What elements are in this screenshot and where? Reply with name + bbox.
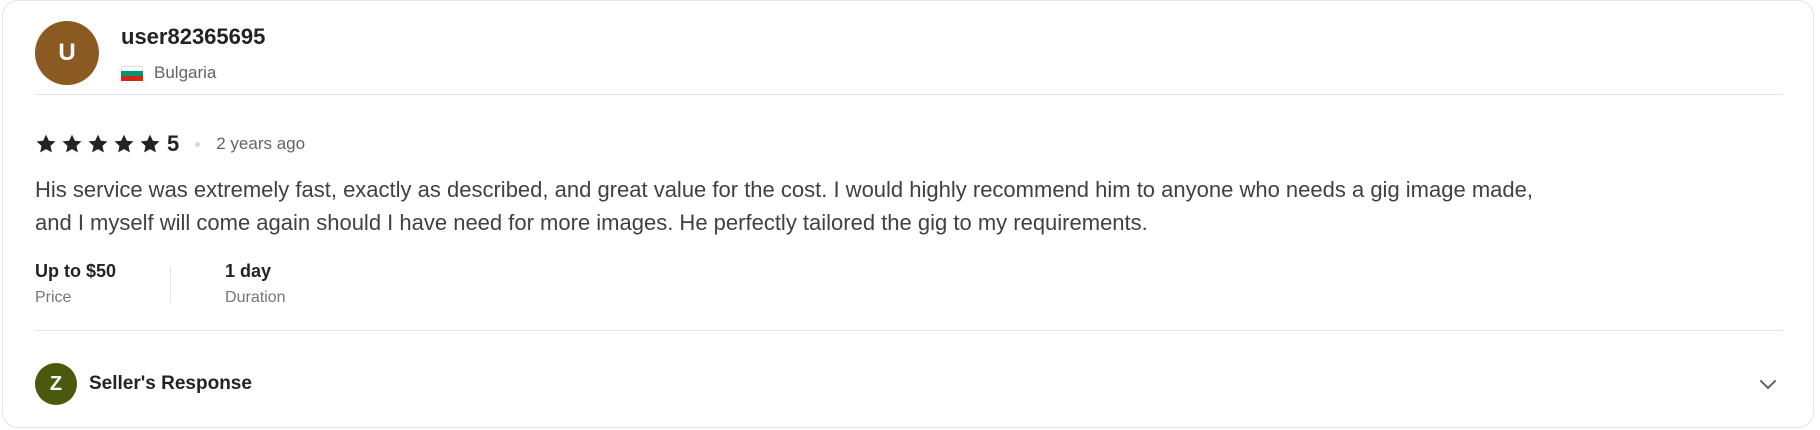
reviewer-info: user82365695 Bulgaria — [121, 21, 265, 83]
reviewer-country: Bulgaria — [154, 63, 217, 82]
price-value: Up to $50 — [35, 261, 117, 281]
star-icon — [61, 133, 83, 155]
review-text: His service was extremely fast, exactly … — [35, 177, 1533, 235]
review-time-ago: 2 years ago — [216, 134, 306, 153]
duration-meta: 1 day Duration — [225, 259, 285, 307]
order-meta: Up to $50 Price 1 day Duration — [35, 259, 286, 307]
seller-response-title: Seller's Response — [89, 373, 252, 394]
response-divider — [35, 330, 1783, 331]
reviewer-username[interactable]: user82365695 — [121, 23, 265, 51]
duration-label: Duration — [225, 289, 286, 306]
chevron-down-icon[interactable] — [1757, 373, 1779, 395]
bulgaria-flag-icon — [121, 65, 143, 81]
star-icon — [35, 133, 57, 155]
price-meta: Up to $50 Price — [35, 259, 116, 307]
seller-response-toggle[interactable]: Z Seller's Response — [35, 363, 1783, 405]
reviewer-header: U user82365695 Bulgaria — [35, 21, 265, 85]
header-divider — [35, 94, 1783, 95]
star-icon — [139, 133, 161, 155]
duration-value: 1 day — [225, 261, 272, 281]
rating-value: 5 — [167, 131, 180, 156]
star-icon — [113, 133, 135, 155]
star-rating — [35, 133, 165, 155]
seller-avatar: Z — [35, 363, 77, 405]
star-icon — [87, 133, 109, 155]
meta-divider — [170, 267, 172, 303]
reviewer-country-row: Bulgaria — [121, 63, 265, 83]
separator-dot — [195, 141, 201, 147]
price-label: Price — [35, 289, 72, 306]
review-card: U user82365695 Bulgaria 5 2 years ago Hi… — [2, 0, 1814, 428]
rating-row: 5 2 years ago — [35, 131, 305, 157]
avatar[interactable]: U — [35, 21, 99, 85]
